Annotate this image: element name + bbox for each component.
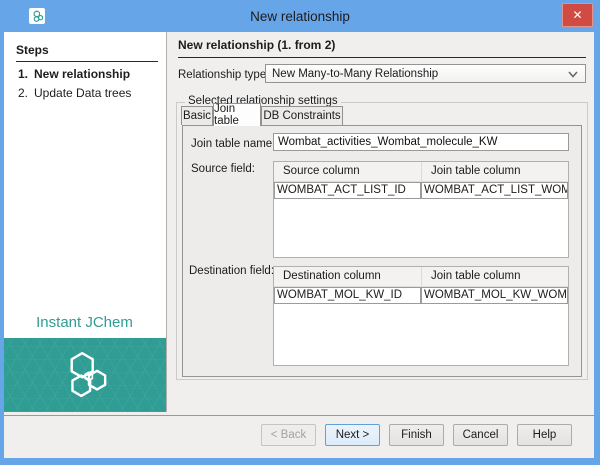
relationship-type-value: New Many-to-Many Relationship [272, 68, 438, 80]
button-bar: < Back Next > Finish Cancel Help [4, 415, 594, 458]
brand-logo-block [4, 338, 167, 412]
relationship-type-label: Relationship type: [178, 69, 269, 81]
step-number: 2. [18, 86, 34, 100]
back-button[interactable]: < Back [261, 424, 316, 446]
tab-label: Basic [183, 110, 211, 122]
step-label: New relationship [34, 67, 130, 81]
table-header-row: Source column Join table column [274, 162, 568, 182]
help-button[interactable]: Help [517, 424, 572, 446]
source-field-table: Source column Join table column WOMBAT_A… [273, 161, 569, 258]
table-header-row: Destination column Join table column [274, 267, 568, 287]
step-label: Update Data trees [34, 86, 131, 100]
tab-label: Join table [214, 103, 260, 127]
window-title: New relationship [0, 0, 600, 32]
dialog-window: New relationship ✕ Steps 1. New relation… [0, 0, 600, 465]
close-icon: ✕ [572, 8, 582, 22]
tab-join-table[interactable]: Join table [213, 103, 261, 126]
step-number: 1. [18, 67, 34, 81]
step-item-update-data-trees: 2. Update Data trees [18, 86, 166, 100]
wizard-content: New relationship (1. from 2) Relationshi… [167, 32, 594, 415]
chevron-down-icon [568, 71, 578, 78]
next-button[interactable]: Next > [325, 424, 380, 446]
column-header: Source column [274, 162, 421, 181]
source-column-cell[interactable]: WOMBAT_ACT_LIST_ID [274, 182, 421, 199]
join-table-column-cell[interactable]: WOMBAT_ACT_LIST_WOMB... [421, 182, 568, 199]
column-header: Destination column [274, 267, 421, 286]
cancel-button[interactable]: Cancel [453, 424, 508, 446]
close-button[interactable]: ✕ [562, 3, 593, 27]
hexagons-logo-icon [59, 351, 111, 400]
join-table-tab-panel: Join table name: Source field: Source co… [182, 125, 582, 377]
join-table-name-input[interactable] [273, 133, 569, 151]
brand-text: Instant JChem [4, 314, 165, 331]
source-field-label: Source field: [191, 163, 255, 175]
page-title: New relationship (1. from 2) [178, 38, 586, 58]
column-header: Join table column [421, 267, 568, 286]
table-row: WOMBAT_MOL_KW_ID WOMBAT_MOL_KW_WOMBA... [274, 287, 568, 304]
steps-heading: Steps [16, 43, 158, 62]
step-item-new-relationship: 1. New relationship [18, 67, 166, 81]
destination-field-table: Destination column Join table column WOM… [273, 266, 569, 366]
tab-db-constraints[interactable]: DB Constraints [261, 106, 343, 125]
relationship-type-select[interactable]: New Many-to-Many Relationship [265, 64, 586, 83]
wizard-steps-panel: Steps 1. New relationship 2. Update Data… [4, 32, 167, 338]
tab-label: DB Constraints [263, 110, 340, 122]
tab-basic[interactable]: Basic [181, 106, 213, 125]
join-table-name-label: Join table name: [191, 138, 275, 150]
destination-field-label: Destination field: [189, 265, 274, 277]
table-row: WOMBAT_ACT_LIST_ID WOMBAT_ACT_LIST_WOMB.… [274, 182, 568, 199]
titlebar: New relationship ✕ [0, 0, 600, 32]
finish-button[interactable]: Finish [389, 424, 444, 446]
column-header: Join table column [421, 162, 568, 181]
destination-column-cell[interactable]: WOMBAT_MOL_KW_ID [274, 287, 421, 304]
join-table-column-cell[interactable]: WOMBAT_MOL_KW_WOMBA... [421, 287, 568, 304]
